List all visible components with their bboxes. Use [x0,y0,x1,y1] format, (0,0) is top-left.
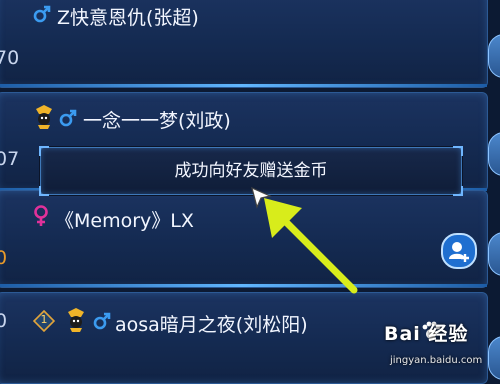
friend-name: aosa暗月之夜(刘松阳) [115,314,308,336]
friend-name: 《Memory》LX [55,210,194,232]
side-action-button-1[interactable] [488,34,500,78]
add-friend-icon [449,242,469,262]
row-separator [0,284,487,287]
friend-count: 07 [0,148,20,170]
watermark-url: jingyan.baidu.com [390,355,483,366]
annotation-arrow-icon [264,198,358,294]
toast-corner [453,146,463,156]
rank-badge-icon [68,308,84,332]
row-separator [0,84,487,87]
friend-name: Z快意恩仇(张超) [57,7,199,29]
toast-corner [453,186,463,196]
friend-row-3: 《Memory》LX 0 [0,190,488,288]
female-gender-icon [34,205,48,226]
toast-corner [39,146,49,156]
male-gender-icon [59,109,77,127]
level-number: 1 [40,313,48,326]
friend-count: 0 [0,247,8,269]
add-friend-button[interactable] [441,233,477,269]
friend-count: 70 [0,47,20,69]
side-action-button-2[interactable] [488,132,500,176]
side-action-button-3[interactable] [488,232,500,276]
toast-corner [39,186,49,196]
male-gender-icon [93,312,111,330]
baidu-jingyan-watermark: Bai 经验 jingyan.baidu.com [384,319,496,371]
watermark-title: Bai 经验 [384,323,469,345]
rank-badge-icon [36,105,52,129]
male-gender-icon [33,5,51,23]
friend-count: 0 [0,310,8,332]
friend-name: 一念一一梦(刘政) [83,110,231,132]
level-badge: 1 [33,310,55,332]
toast-message: 成功向好友赠送金币 [174,161,328,181]
friend-row-1: Z快意恩仇(张超) 70 [0,0,488,88]
